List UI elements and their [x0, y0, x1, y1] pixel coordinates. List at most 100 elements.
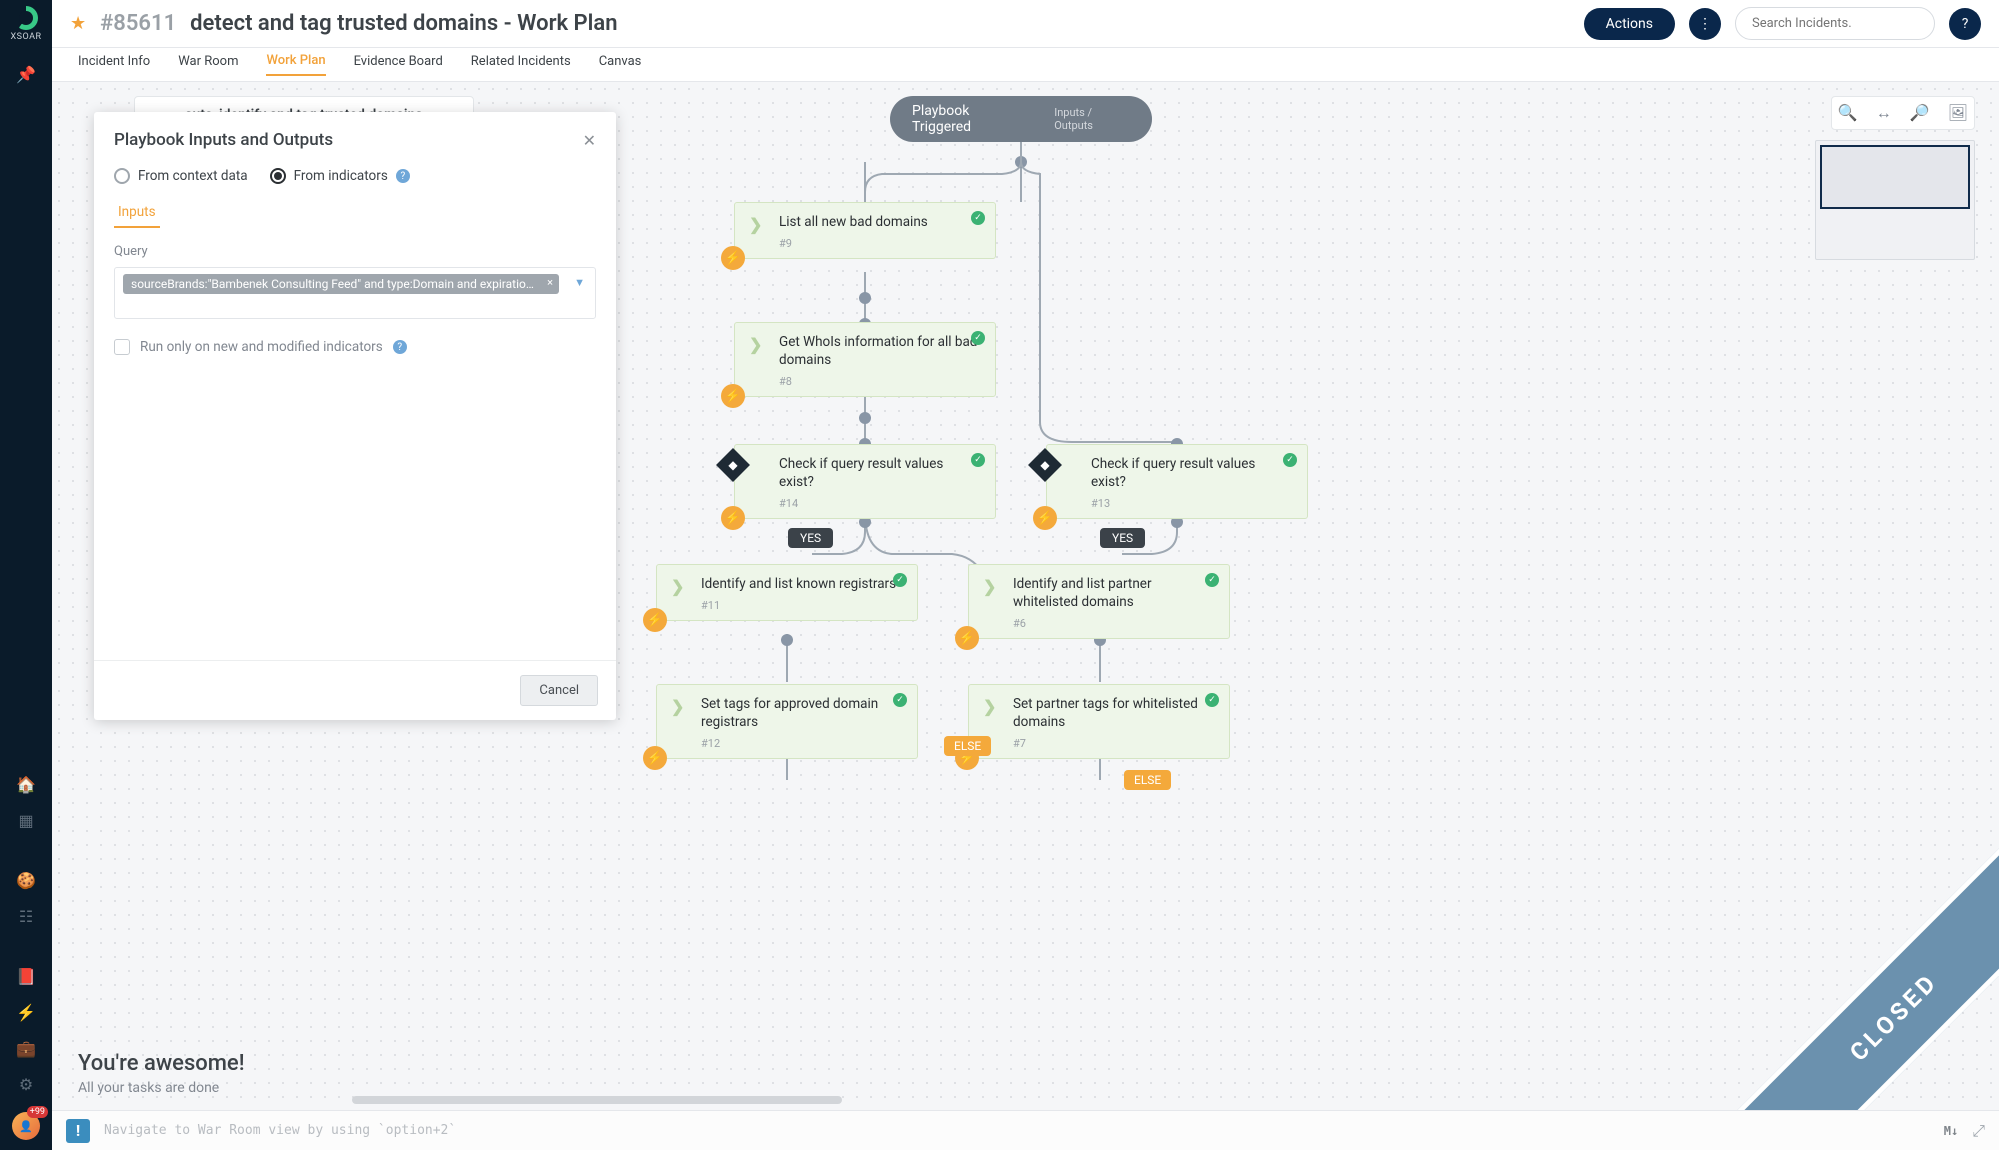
cookie-icon[interactable]: 🍪: [0, 862, 52, 898]
radio-icon: [270, 168, 286, 184]
task-chevron-icon: ❯: [671, 697, 684, 716]
checkbox-icon[interactable]: [114, 339, 130, 355]
dialog-title: Playbook Inputs and Outputs: [114, 130, 583, 150]
task-title: Check if query result values exist?: [1091, 455, 1293, 491]
bolt-icon[interactable]: ⚡: [0, 994, 52, 1030]
playbook-io-dialog: Playbook Inputs and Outputs ✕ From conte…: [94, 112, 616, 720]
zoom-in-icon[interactable]: 🔍: [1838, 103, 1858, 123]
playbook-trigger-node[interactable]: Playbook Triggered Inputs / Outputs: [890, 96, 1152, 142]
star-icon[interactable]: ★: [70, 13, 86, 34]
task-node-12[interactable]: ❯ Set tags for approved domain registrar…: [656, 684, 918, 759]
radio-from-context[interactable]: From context data: [114, 168, 248, 184]
check-icon: ✓: [1283, 453, 1297, 467]
tab-related-incidents[interactable]: Related Incidents: [471, 54, 571, 75]
task-node-14[interactable]: ◆ Check if query result values exist? #1…: [734, 444, 996, 519]
command-input[interactable]: Navigate to War Room view by using `opti…: [104, 1123, 1930, 1138]
actions-button[interactable]: Actions: [1584, 8, 1675, 40]
command-footer: ! Navigate to War Room view by using `op…: [52, 1110, 1999, 1150]
task-node-6[interactable]: ❯ Identify and list partner whitelisted …: [968, 564, 1230, 639]
tab-work-plan[interactable]: Work Plan: [266, 53, 325, 76]
tab-evidence-board[interactable]: Evidence Board: [354, 54, 443, 75]
radio-label: From indicators: [294, 168, 388, 184]
body: auto_identify and tag trusted domains Yo…: [52, 82, 1999, 1110]
task-chevron-icon: ❯: [749, 335, 762, 354]
query-chip-text: sourceBrands:"Bambenek Consulting Feed" …: [131, 277, 559, 291]
bolt-icon: ⚡: [643, 746, 667, 770]
task-chevron-icon: ❯: [671, 577, 684, 596]
chip-remove-icon[interactable]: ×: [547, 276, 553, 289]
task-title: Check if query result values exist?: [779, 455, 981, 491]
chevron-down-icon[interactable]: ▼: [574, 276, 585, 289]
awesome-subtitle: All your tasks are done: [78, 1080, 245, 1096]
else-branch-label: ELSE: [1124, 770, 1171, 790]
equalizer-icon[interactable]: ☷: [0, 898, 52, 934]
tab-incident-info[interactable]: Incident Info: [78, 54, 150, 75]
dashboard-icon[interactable]: ▦: [0, 802, 52, 838]
page-title: detect and tag trusted domains - Work Pl…: [190, 11, 617, 36]
gear-icon[interactable]: ⚙: [0, 1066, 52, 1102]
help-icon[interactable]: ?: [396, 169, 410, 183]
workplan-canvas[interactable]: auto_identify and tag trusted domains Yo…: [52, 82, 1999, 1110]
more-menu-button[interactable]: ⋮: [1689, 8, 1721, 40]
task-id: #11: [701, 599, 903, 612]
task-title: Identify and list known registrars: [701, 575, 903, 593]
awesome-title: You're awesome!: [78, 1051, 245, 1076]
brand-name: XSOAR: [10, 32, 41, 42]
home-icon[interactable]: 🏠: [0, 766, 52, 802]
task-node-8[interactable]: ❯ Get WhoIs information for all bad doma…: [734, 322, 996, 397]
briefcase-icon[interactable]: 💼: [0, 1030, 52, 1066]
close-icon[interactable]: ✕: [583, 131, 596, 150]
task-title: Identify and list partner whitelisted do…: [1013, 575, 1215, 611]
check-icon: ✓: [893, 573, 907, 587]
bolt-icon: ⚡: [721, 246, 745, 270]
trigger-io-link[interactable]: Inputs / Outputs: [1054, 106, 1130, 132]
image-export-icon[interactable]: 🖼: [1948, 103, 1968, 123]
task-chevron-icon: ❯: [749, 215, 762, 234]
minimap-viewport[interactable]: [1820, 145, 1970, 209]
bolt-icon: ⚡: [721, 384, 745, 408]
query-chip[interactable]: sourceBrands:"Bambenek Consulting Feed" …: [123, 274, 559, 294]
bolt-icon: ⚡: [1033, 506, 1057, 530]
markdown-toggle[interactable]: M↓: [1944, 1124, 1958, 1138]
book-icon[interactable]: 📕: [0, 958, 52, 994]
help-icon[interactable]: ?: [393, 340, 407, 354]
task-title: Set tags for approved domain registrars: [701, 695, 903, 731]
search-input[interactable]: [1735, 7, 1935, 40]
source-radio-group: From context data From indicators ?: [114, 168, 596, 184]
alert-icon[interactable]: !: [66, 1119, 90, 1143]
dialog-subtab-inputs[interactable]: Inputs: [114, 198, 160, 228]
run-only-new-row[interactable]: Run only on new and modified indicators …: [114, 339, 596, 355]
task-node-11[interactable]: ❯ Identify and list known registrars #11…: [656, 564, 918, 621]
radio-from-indicators[interactable]: From indicators ?: [270, 168, 410, 184]
task-node-9[interactable]: ❯ List all new bad domains #9 ✓ ⚡: [734, 202, 996, 259]
task-node-7[interactable]: ❯ Set partner tags for whitelisted domai…: [968, 684, 1230, 759]
check-icon: ✓: [1205, 693, 1219, 707]
query-label: Query: [114, 244, 596, 259]
cancel-button[interactable]: Cancel: [520, 675, 598, 706]
zoom-out-icon[interactable]: 🔎: [1910, 103, 1930, 123]
pin-icon[interactable]: 📌: [0, 56, 52, 92]
bolt-icon: ⚡: [643, 608, 667, 632]
diamond-icon: ◆: [1028, 448, 1062, 482]
query-input[interactable]: sourceBrands:"Bambenek Consulting Feed" …: [114, 267, 596, 319]
tab-war-room[interactable]: War Room: [178, 54, 238, 75]
task-node-13[interactable]: ◆ Check if query result values exist? #1…: [1046, 444, 1308, 519]
check-icon: ✓: [893, 693, 907, 707]
help-button[interactable]: ?: [1949, 8, 1981, 40]
yes-branch-label: YES: [788, 528, 833, 548]
canvas-scrollbar[interactable]: [352, 1096, 842, 1104]
zoom-toolbar: 🔍 ↔ 🔎 🖼: [1831, 96, 1975, 130]
user-avatar[interactable]: 👤 +99: [12, 1112, 40, 1140]
incident-tabs: Incident Info War Room Work Plan Evidenc…: [52, 48, 1999, 82]
yes-branch-label: YES: [1100, 528, 1145, 548]
brand-logo-icon: [14, 6, 38, 30]
check-icon: ✓: [971, 211, 985, 225]
tab-canvas[interactable]: Canvas: [599, 54, 642, 75]
minimap[interactable]: [1815, 140, 1975, 260]
bolt-icon: ⚡: [721, 506, 745, 530]
else-branch-label: ELSE: [944, 736, 991, 756]
task-id: #7: [1013, 737, 1215, 750]
expand-icon[interactable]: ⤢: [1972, 1121, 1985, 1141]
task-id: #9: [779, 237, 981, 250]
fit-width-icon[interactable]: ↔: [1876, 103, 1892, 123]
